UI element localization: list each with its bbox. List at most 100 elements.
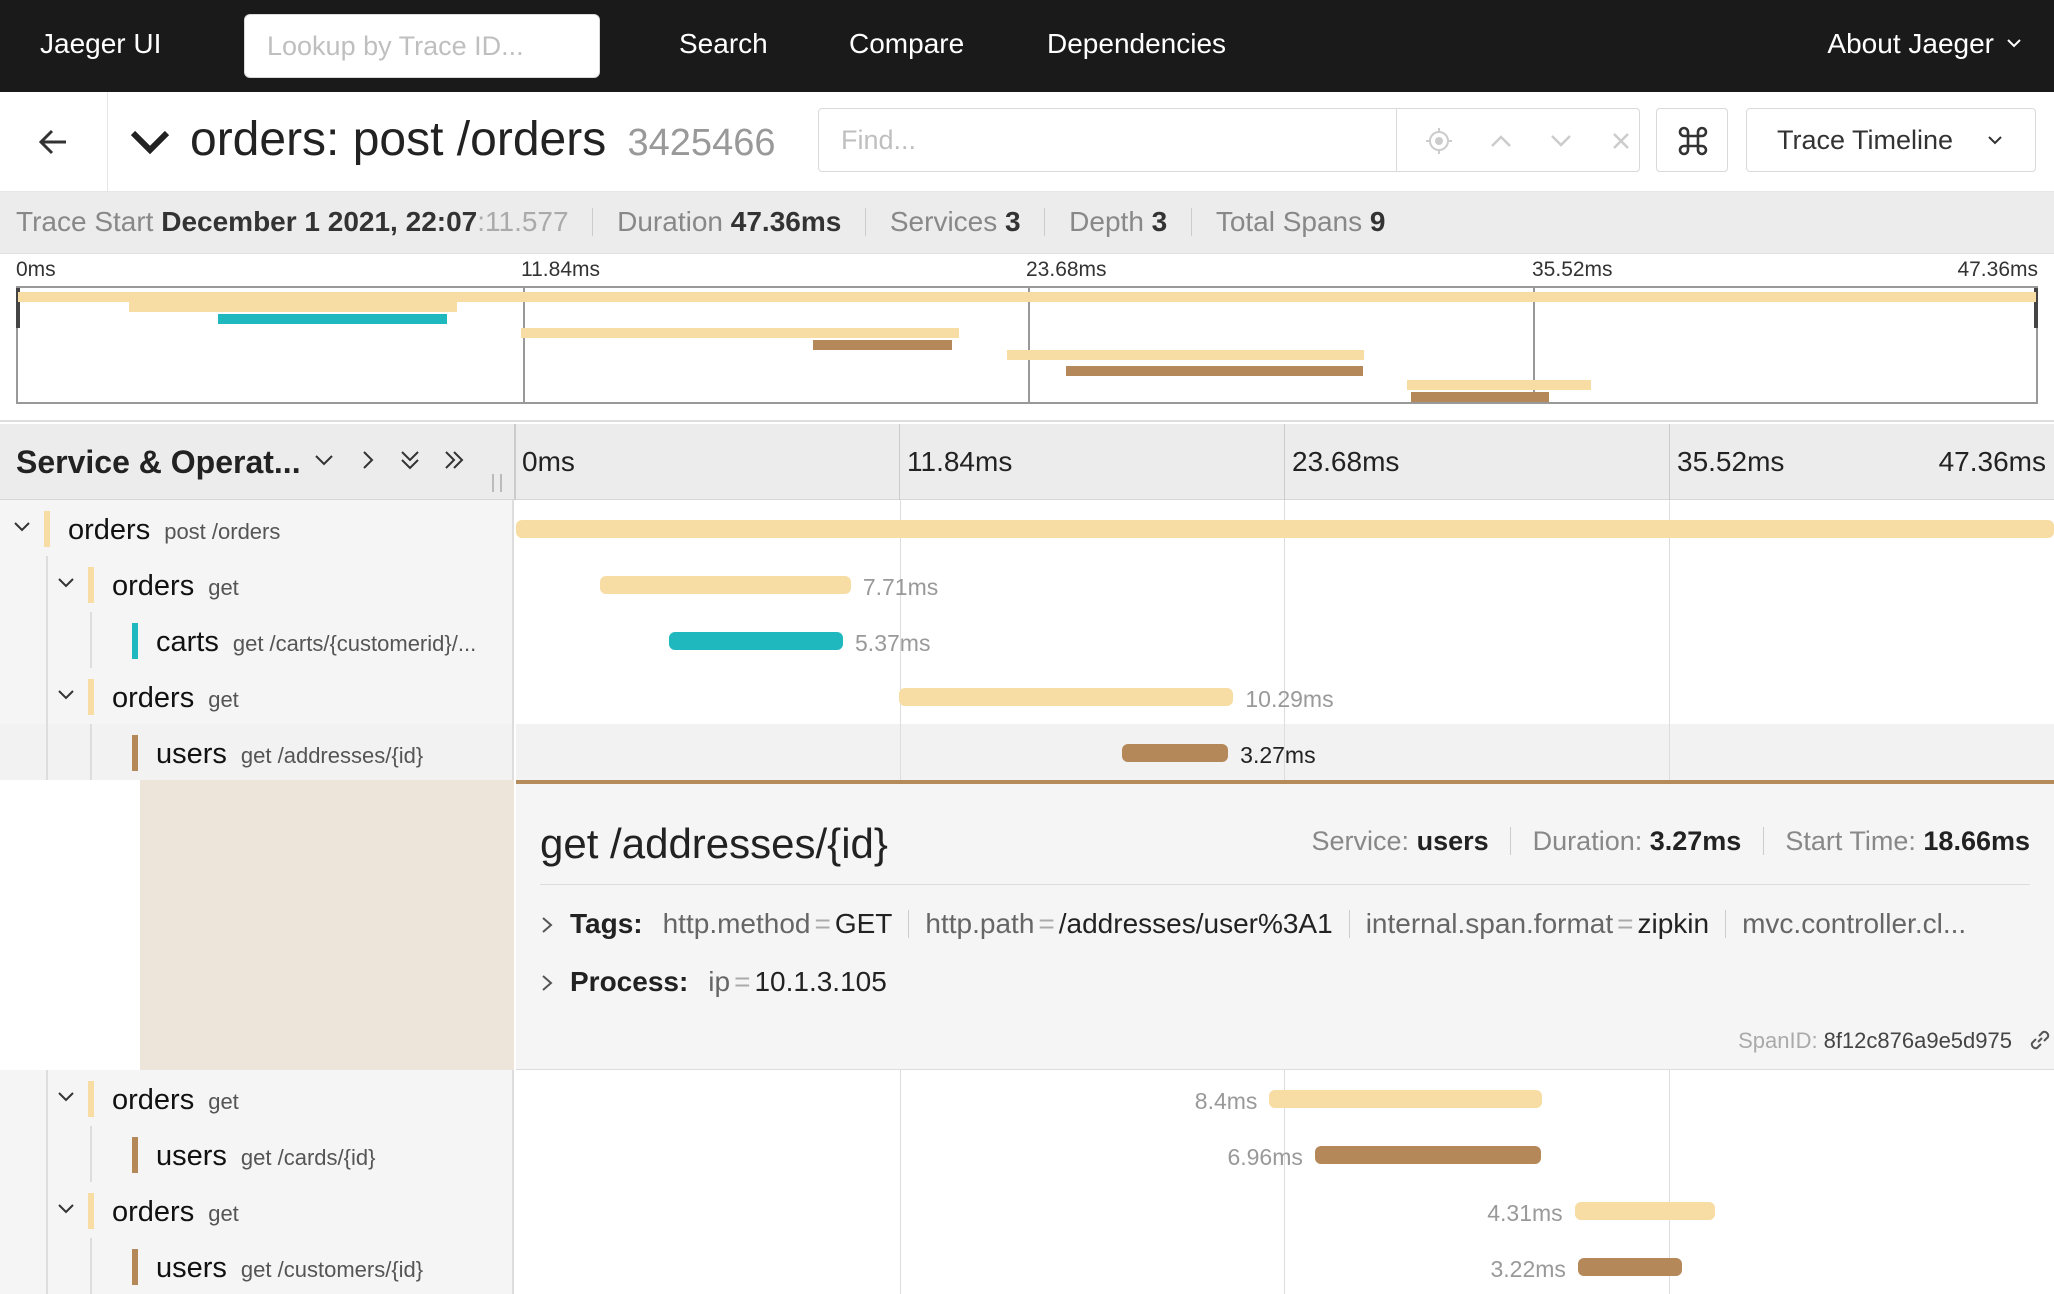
collapse-toggle-icon[interactable] [56,1087,76,1112]
span-name-cell[interactable]: orders get [0,668,514,724]
minimap-tick: 23.68ms [1026,258,1107,281]
span-duration-label: 3.22ms [1490,1256,1566,1282]
process-section[interactable]: Process: ip = 10.1.3.105 [540,966,2030,998]
span-name-cell[interactable]: carts get /carts/{customerid}/... [0,612,514,668]
tags-section[interactable]: Tags: http.method = GET http.path =/addresses… [540,908,2030,940]
service-name: orders [112,1084,195,1116]
trace-minimap[interactable]: 0ms 11.84ms 23.68ms 35.52ms 47.36ms [0,254,2054,422]
span-name-cell[interactable]: orders get [0,1182,514,1238]
chevron-down-icon[interactable] [1547,127,1575,155]
span-row[interactable]: users get /customers/{id} 3.22ms [0,1238,2054,1294]
span-duration-label: 7.71ms [862,574,939,600]
span-bar[interactable] [668,632,843,650]
link-icon[interactable] [2026,1026,2054,1054]
collapse-one-icon[interactable] [312,448,336,472]
span-name-cell[interactable]: users get /addresses/{id} [0,724,514,780]
locate-icon[interactable] [1425,127,1453,155]
tag-key: mvc.controller.cl... [1742,908,1967,939]
span-bar[interactable] [899,688,1234,706]
minimap-canvas[interactable] [16,286,2038,404]
tree-guide-line [46,724,48,780]
span-timeline-cell[interactable]: 8.4ms [516,1070,2054,1126]
trace-start-label: Trace Start [16,206,154,237]
back-button[interactable] [0,92,108,192]
timeline-gridline [1284,556,1285,612]
timeline-gridline [900,1126,901,1182]
collapse-toggle-icon[interactable] [56,1199,76,1224]
collapse-toggle-icon[interactable] [56,685,76,710]
trace-id: 3425466 [627,122,776,164]
nav-dependencies-link[interactable]: Dependencies [1047,28,1226,60]
span-name-cell[interactable]: orders post /orders [0,500,514,556]
span-timeline-cell[interactable] [516,500,2054,556]
find-input[interactable] [819,109,1397,171]
expand-one-icon[interactable] [356,448,380,472]
span-service-name: users get /cards/{id} [156,1140,375,1173]
span-duration-label: 6.96ms [1227,1144,1303,1170]
trace-title: orders: post /orders 3425466 [190,112,775,167]
timeline-gridline [1669,424,1670,500]
about-jaeger-menu[interactable]: About Jaeger [1827,28,2021,60]
chevron-up-icon[interactable] [1487,127,1515,155]
trace-start-date: December 1 2021, 22:07 [161,206,478,237]
expand-all-icon[interactable] [442,448,466,472]
keyboard-shortcuts-button[interactable] [1656,108,1728,172]
minimap-span-bar [1066,366,1363,376]
collapse-toggle-icon[interactable] [56,573,76,598]
span-timeline-cell[interactable]: 5.37ms [516,612,2054,668]
nav-search-link[interactable]: Search [679,28,768,60]
span-name-cell[interactable]: users get /cards/{id} [0,1126,514,1182]
span-name-cell[interactable]: orders get [0,1070,514,1126]
detail-service-label: Service: [1311,826,1410,856]
trace-id-lookup-input[interactable] [244,14,600,78]
timeline-tick: 11.84ms [907,446,1013,477]
span-detail-indent-fill [140,780,514,1070]
span-bar[interactable] [600,576,851,594]
span-timeline-cell[interactable]: 6.96ms [516,1126,2054,1182]
collapse-all-icon[interactable] [398,448,422,472]
collapse-toggle-icon[interactable] [12,517,32,542]
tag-value: zipkin [1637,908,1710,939]
span-row[interactable]: orders get 4.31ms [0,1182,2054,1238]
span-row[interactable]: orders get 7.71ms [0,556,2054,612]
minimap-tick: 47.36ms [1957,258,2038,281]
span-service-name: users get /customers/{id} [156,1252,423,1285]
span-timeline-cell[interactable]: 7.71ms [516,556,2054,612]
span-row[interactable]: orders get 10.29ms [0,668,2054,724]
process-value: 10.1.3.105 [754,966,887,997]
span-duration-label: 4.31ms [1487,1200,1563,1226]
span-bar[interactable] [516,520,2054,538]
span-row[interactable]: carts get /carts/{customerid}/... 5.37ms [0,612,2054,668]
span-bar[interactable] [1121,744,1229,762]
span-bar[interactable] [1269,1090,1543,1108]
clear-icon[interactable] [1607,127,1635,155]
operation-name: post /orders [164,519,281,544]
total-spans-label: Total Spans [1215,206,1363,237]
span-row[interactable]: users get /cards/{id} 6.96ms [0,1126,2054,1182]
span-row[interactable]: users get /addresses/{id} 3.27ms [0,724,2054,780]
span-service-name: orders get [112,1084,239,1117]
nav-compare-link[interactable]: Compare [849,28,964,60]
span-bar[interactable] [1314,1146,1541,1164]
timeline-header: Service & Operat... 0ms 11.84ms 23.68ms … [0,424,2054,500]
span-name-cell[interactable]: orders get [0,556,514,612]
service-name: orders [112,1196,195,1228]
span-timeline-cell[interactable]: 4.31ms [516,1182,2054,1238]
span-timeline-cell[interactable]: 3.27ms [516,724,2054,780]
service-color-indicator [88,1081,94,1117]
tag-key: internal.span.format [1365,908,1614,939]
minimap-span-bar [218,314,448,324]
span-timeline-cell[interactable]: 10.29ms [516,668,2054,724]
brand-link[interactable]: Jaeger UI [40,28,161,60]
column-resizer[interactable] [492,474,502,492]
span-timeline-cell[interactable]: 3.22ms [516,1238,2054,1294]
span-row[interactable]: orders post /orders [0,500,2054,556]
span-bar[interactable] [1577,1258,1683,1276]
span-row[interactable]: orders get 8.4ms [0,1070,2054,1126]
collapse-header-chevron-icon[interactable] [128,126,172,156]
minimap-tick: 35.52ms [1532,258,1613,281]
span-name-cell[interactable]: users get /customers/{id} [0,1238,514,1294]
view-mode-select[interactable]: Trace Timeline [1746,108,2036,172]
span-bar[interactable] [1574,1202,1715,1220]
minimap-tick: 11.84ms [521,258,600,281]
